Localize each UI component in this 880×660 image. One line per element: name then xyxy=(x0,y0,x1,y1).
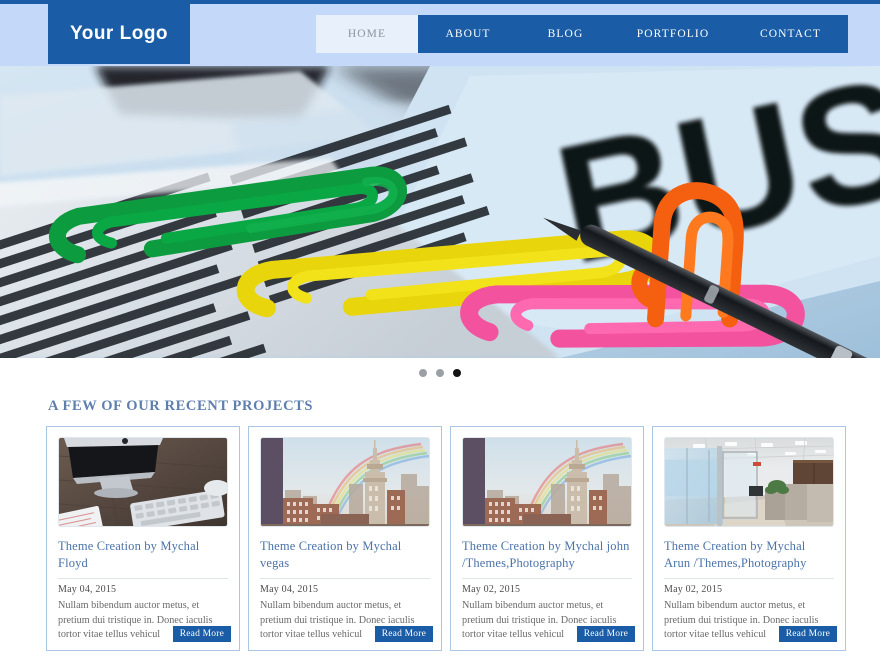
imac-desk-illustration xyxy=(59,438,227,526)
hero-illustration: BUS xyxy=(0,66,880,358)
project-thumbnail-imac-desk[interactable] xyxy=(58,437,228,527)
read-more-button[interactable]: Read More xyxy=(374,626,433,642)
logo-text: Your Logo xyxy=(69,23,169,44)
project-card[interactable]: Theme Creation by Mychal vegas May 04, 2… xyxy=(248,426,442,651)
project-title[interactable]: Theme Creation by Mychal Floyd xyxy=(58,538,228,572)
site-header: Your Logo HOME ABOUT BLOG PORTFOLIO CONT… xyxy=(0,0,880,66)
carousel-dot-1[interactable] xyxy=(419,369,427,377)
carousel-dots xyxy=(0,358,880,388)
office-interior-illustration xyxy=(665,438,833,526)
main-navigation: HOME ABOUT BLOG PORTFOLIO CONTACT xyxy=(316,15,848,53)
hero-banner-image: BUS xyxy=(0,66,880,358)
project-thumbnail-city-rainbow[interactable] xyxy=(462,437,632,527)
nav-item-about[interactable]: ABOUT xyxy=(418,15,518,53)
section-title-recent-projects: A FEW OF OUR RECENT PROJECTS xyxy=(48,398,314,414)
city-rainbow-illustration xyxy=(261,438,429,526)
project-title[interactable]: Theme Creation by Mychal Arun /Themes,Ph… xyxy=(664,538,834,572)
carousel-dot-3[interactable] xyxy=(453,369,461,377)
read-more-button[interactable]: Read More xyxy=(778,626,837,642)
project-date: May 04, 2015 xyxy=(260,578,430,595)
project-title[interactable]: Theme Creation by Mychal john /Themes,Ph… xyxy=(462,538,632,572)
city-rainbow-illustration xyxy=(463,438,631,526)
nav-item-blog[interactable]: BLOG xyxy=(518,15,613,53)
read-more-button[interactable]: Read More xyxy=(172,626,231,642)
site-logo[interactable]: Your Logo xyxy=(48,4,190,64)
project-title[interactable]: Theme Creation by Mychal vegas xyxy=(260,538,430,572)
project-card[interactable]: Theme Creation by Mychal Arun /Themes,Ph… xyxy=(652,426,846,651)
project-card[interactable]: Theme Creation by Mychal john /Themes,Ph… xyxy=(450,426,644,651)
project-cards-row: Theme Creation by Mychal Floyd May 04, 2… xyxy=(46,426,880,651)
project-thumbnail-city-rainbow[interactable] xyxy=(260,437,430,527)
project-date: May 02, 2015 xyxy=(664,578,834,595)
carousel-dot-2[interactable] xyxy=(436,369,444,377)
project-date: May 02, 2015 xyxy=(462,578,632,595)
nav-item-portfolio[interactable]: PORTFOLIO xyxy=(613,15,733,53)
project-date: May 04, 2015 xyxy=(58,578,228,595)
nav-item-contact[interactable]: CONTACT xyxy=(733,15,848,53)
nav-item-home[interactable]: HOME xyxy=(316,15,418,53)
project-card[interactable]: Theme Creation by Mychal Floyd May 04, 2… xyxy=(46,426,240,651)
project-thumbnail-office-interior[interactable] xyxy=(664,437,834,527)
read-more-button[interactable]: Read More xyxy=(576,626,635,642)
